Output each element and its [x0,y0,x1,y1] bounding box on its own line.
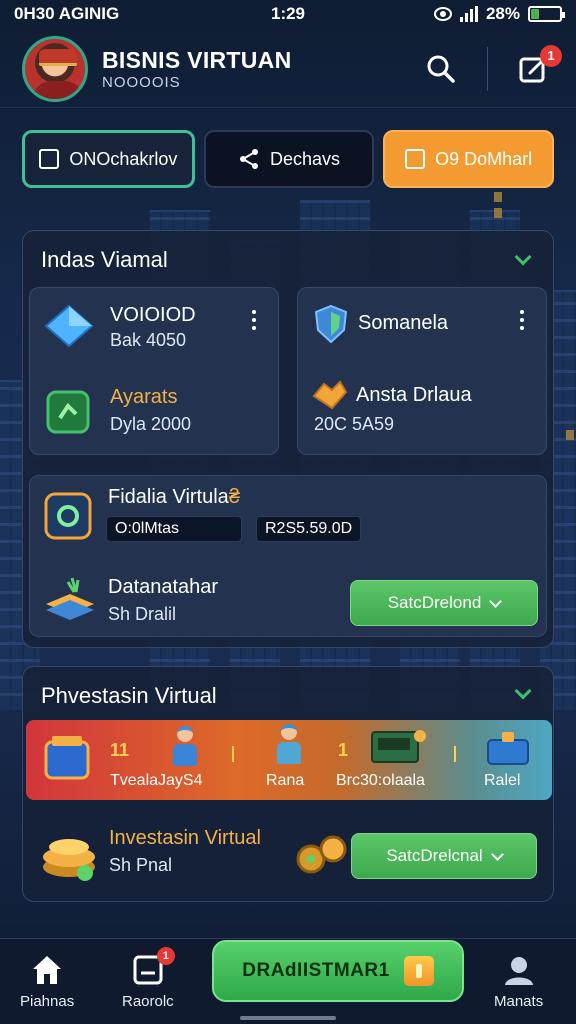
person-figure-icon [276,724,302,764]
edit-button[interactable]: 1 [514,44,562,89]
nav-reports[interactable]: 1 Raorolc [122,947,175,1010]
nav-label: Piahnas [20,993,75,1010]
cta-label: DRAdIISTMAR1 [242,960,390,981]
banner-separator [232,746,234,762]
banner-number: 1 [338,740,349,760]
card-right[interactable]: Somanela Ansta Drlaua 20C 5A59 [297,287,547,455]
battery-icon [528,6,565,22]
chevron-down-icon [490,847,504,861]
battery-percent: 28% [485,4,520,23]
shield-icon [314,304,348,344]
gem-icon [44,304,94,348]
document-icon [405,149,426,169]
search-button[interactable] [421,49,461,89]
button-label: SatcDrelond [387,593,482,612]
item-value: Sh Dralil [108,604,177,624]
tab-onochakrlov[interactable]: ONOchakrlov [22,130,195,188]
gears-icon [296,835,347,874]
banner-separator [454,746,456,762]
chevron-down-icon [489,594,503,608]
status-time: 1:29 [270,4,306,23]
home-indicator [240,1016,336,1020]
banner-label: Rana [266,772,305,789]
wallet-icon [39,149,60,169]
item-label: Fidalia Virtula₴ [108,486,240,509]
panel-title: Indas Viamal [41,247,168,272]
chevron-down-icon[interactable] [514,682,532,700]
notification-badge: 1 [540,44,562,67]
nav-label: Raorolc [122,993,174,1010]
top-tabs: ONOchakrlov Dechavs O9 DoMharl [22,130,555,188]
panel-title: Phvestasin Virtual [41,683,217,708]
item-label: Ayarats [110,386,178,408]
briefcase-icon [487,732,529,765]
tab-label: O9 DoMharl [435,148,533,169]
info-pill: O:0lMtas [106,516,242,542]
item-label-text: Fidalia Virtula [108,486,229,508]
banner-number: 11 [110,740,130,760]
worker-figure-icon [172,726,198,766]
tab-dechavs[interactable]: Dechavs [203,130,375,188]
handshake-icon [312,380,348,410]
gift-box-icon [403,956,434,986]
growth-app-icon [46,390,90,434]
item-label: Somanela [358,312,449,334]
cash-register-icon [371,730,426,763]
main-cta-button[interactable]: DRAdIISTMAR1 [212,940,464,1002]
item-label-suffix: ₴ [228,486,240,508]
reports-badge: 1 [156,947,175,965]
signal-icon [459,6,478,22]
app-title: BISNIS VIRTUAN [102,46,292,73]
money-stack-icon [46,577,94,620]
tab-label: ONOchakrlov [69,148,178,169]
status-left-text: 0H30 AGINIG [14,4,120,23]
more-options-icon[interactable] [252,310,256,330]
home-icon [33,956,62,984]
header-divider [487,46,488,91]
status-bar: 0H30 AGINIG 1:29 28% [0,0,576,28]
app-header: BISNIS VIRTUAN NOOOOIS 1 [0,30,576,108]
button-label: SatcDrelcnal [386,846,483,865]
avatar[interactable] [22,35,88,102]
share-icon [239,149,258,169]
item-label: Ansta Drlaua [356,384,472,406]
item-value: Dyla 2000 [110,414,192,434]
item-label: VOIOIOD [110,304,196,326]
nav-profile[interactable]: Manats [494,953,543,1010]
investment-banner[interactable]: 11 TvealaJayS4 Rana 1 Brc30:olaala Ralel [26,720,552,800]
tab-domharl[interactable]: O9 DoMharl [383,130,555,188]
banner-label: Brc30:olaala [336,772,425,789]
coin-stack-icon [43,839,95,881]
reports-icon: 1 [131,947,175,987]
user-icon [504,957,533,985]
card-left[interactable]: VOIOIOD Bak 4050 Ayarats Dyla 2000 [29,287,279,455]
banner-label: TvealaJayS4 [110,772,203,789]
card-wide: Fidalia Virtula₴ O:0lMtas R2S5.59.0D Dat… [29,475,547,637]
indas-viamal-panel: Indas Viamal VOIOIOD Bak 4050 Ayarats Dy… [22,230,554,648]
search-icon [427,55,455,83]
item-value: Sh Pnal [109,855,173,875]
item-label: Investasin Virtual [109,827,261,849]
investment-item[interactable]: Investasin Virtual Sh Pnal SatcDrelcnal [23,827,555,887]
item-label: Datanatahar [108,576,219,598]
wallet-icon [44,736,90,780]
item-value: 20C 5A59 [314,414,395,434]
item-value: Bak 4050 [110,330,187,350]
banner-label: Ralel [484,772,521,789]
select-dropdown-button[interactable]: SatcDrelond [350,580,538,626]
select-dropdown-button[interactable]: SatcDrelcnal [351,833,537,879]
eye-icon [433,7,452,21]
app-subtitle: NOOOOIS [102,73,181,91]
nav-label: Manats [494,993,544,1010]
more-options-icon[interactable] [520,310,524,330]
target-app-icon [44,492,92,540]
chevron-down-icon[interactable] [514,248,532,266]
tab-label: Dechavs [269,148,341,169]
amount-pill: R2S5.59.0D [256,516,362,542]
nav-home[interactable]: Piahnas [20,953,74,1010]
